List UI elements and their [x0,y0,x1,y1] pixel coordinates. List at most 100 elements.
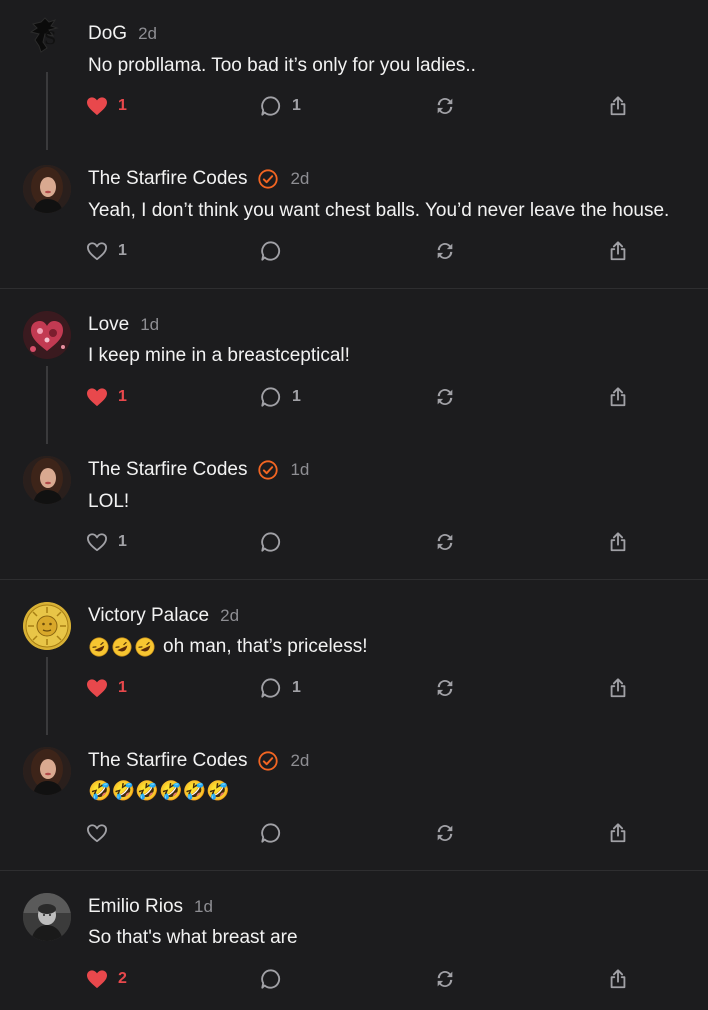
author-name[interactable]: DoG [88,23,127,45]
post-header: The Starfire Codes 1d [88,458,309,482]
repost-button[interactable] [434,964,456,994]
verified-badge-icon [258,460,279,480]
post-text: LOL! [88,491,130,512]
author-name[interactable]: Emilio Rios [88,896,183,918]
action-bar: 1 1 [0,382,708,412]
share-button[interactable] [607,382,629,412]
timestamp: 2d [220,606,240,625]
svg-text:S: S [44,28,56,49]
heart-icon [87,824,107,843]
repost-icon [437,971,453,987]
like-button[interactable]: 1 [86,382,127,412]
like-button[interactable]: 1 [86,673,127,703]
thread-divider [0,288,708,289]
heart-icon [87,97,107,116]
like-count: 2 [118,970,127,987]
rofl-emoji-icon [112,637,132,657]
post-header: DoG 2d [88,22,157,46]
repost-button[interactable] [434,673,456,703]
author-name[interactable]: The Starfire Codes [88,168,247,190]
reply-count: 1 [292,679,301,696]
comment-icon [261,823,281,843]
reply-button[interactable] [260,818,282,848]
reply-button[interactable]: 1 [260,382,301,412]
like-count: 1 [118,679,127,696]
heart-icon [87,679,107,698]
repost-button[interactable] [434,818,456,848]
reply-button[interactable] [260,527,282,557]
timestamp: 2d [290,751,310,770]
avatar[interactable] [23,311,71,359]
comment-icon [261,678,281,698]
repost-button[interactable] [434,236,456,266]
avatar[interactable] [23,165,71,213]
share-button[interactable] [607,236,629,266]
avatar[interactable]: S [23,10,71,58]
timestamp: 1d [194,897,213,916]
action-bar: 1 [0,236,708,266]
heart-icon [87,388,107,407]
like-button[interactable] [86,818,108,848]
post-text: I keep mine in a breastceptical! [88,345,350,366]
share-icon [610,241,626,261]
repost-icon [437,98,453,114]
share-icon [610,96,626,116]
share-icon [610,823,626,843]
action-bar [0,818,708,848]
post-text: Yeah, I don’t think you want chest balls… [88,200,670,221]
author-name[interactable]: Love [88,314,129,336]
share-icon [610,387,626,407]
author-name[interactable]: Victory Palace [88,605,209,627]
comment-icon [261,241,281,261]
post-header: Emilio Rios 1d [88,895,213,919]
action-bar: 1 1 [0,673,708,703]
avatar[interactable] [23,602,71,650]
share-button[interactable] [607,527,629,557]
like-button[interactable]: 1 [86,236,127,266]
heart-icon [87,242,107,261]
reply-count: 1 [292,388,301,405]
repost-button[interactable] [434,527,456,557]
post-text-body: oh man, that’s priceless! [163,636,368,657]
post-header: Love 1d [88,313,159,337]
reply-count: 1 [292,97,301,114]
comment-icon [261,387,281,407]
reply-button[interactable] [260,964,282,994]
repost-icon [437,825,453,841]
post-header: The Starfire Codes 2d [88,749,309,773]
share-button[interactable] [607,91,629,121]
comment-icon [261,96,281,116]
emoji-group [88,636,157,658]
author-name[interactable]: The Starfire Codes [88,459,247,481]
avatar[interactable] [23,456,71,504]
like-button[interactable]: 1 [86,91,127,121]
reply-button[interactable]: 1 [260,673,301,703]
share-icon [610,532,626,552]
post-header: Victory Palace 2d [88,604,239,628]
reply-button[interactable]: 1 [260,91,301,121]
share-icon [610,678,626,698]
like-button[interactable]: 1 [86,527,127,557]
avatar[interactable] [23,893,71,941]
author-name[interactable]: The Starfire Codes [88,750,247,772]
timestamp: 1d [290,460,310,479]
share-icon [610,969,626,989]
rofl-emoji-icon [135,637,155,657]
like-button[interactable]: 2 [86,964,127,994]
comment-icon [261,532,281,552]
share-button[interactable] [607,818,629,848]
comment-icon [261,969,281,989]
timestamp: 1d [140,315,160,334]
timestamp: 2d [138,24,157,43]
timestamp: 2d [290,169,310,188]
verified-badge-icon [258,169,279,189]
action-bar: 1 1 [0,91,708,121]
reply-button[interactable] [260,236,282,266]
repost-button[interactable] [434,382,456,412]
repost-button[interactable] [434,91,456,121]
like-count: 1 [118,242,127,259]
share-button[interactable] [607,673,629,703]
avatar[interactable] [23,747,71,795]
action-bar: 2 [0,964,708,994]
share-button[interactable] [607,964,629,994]
